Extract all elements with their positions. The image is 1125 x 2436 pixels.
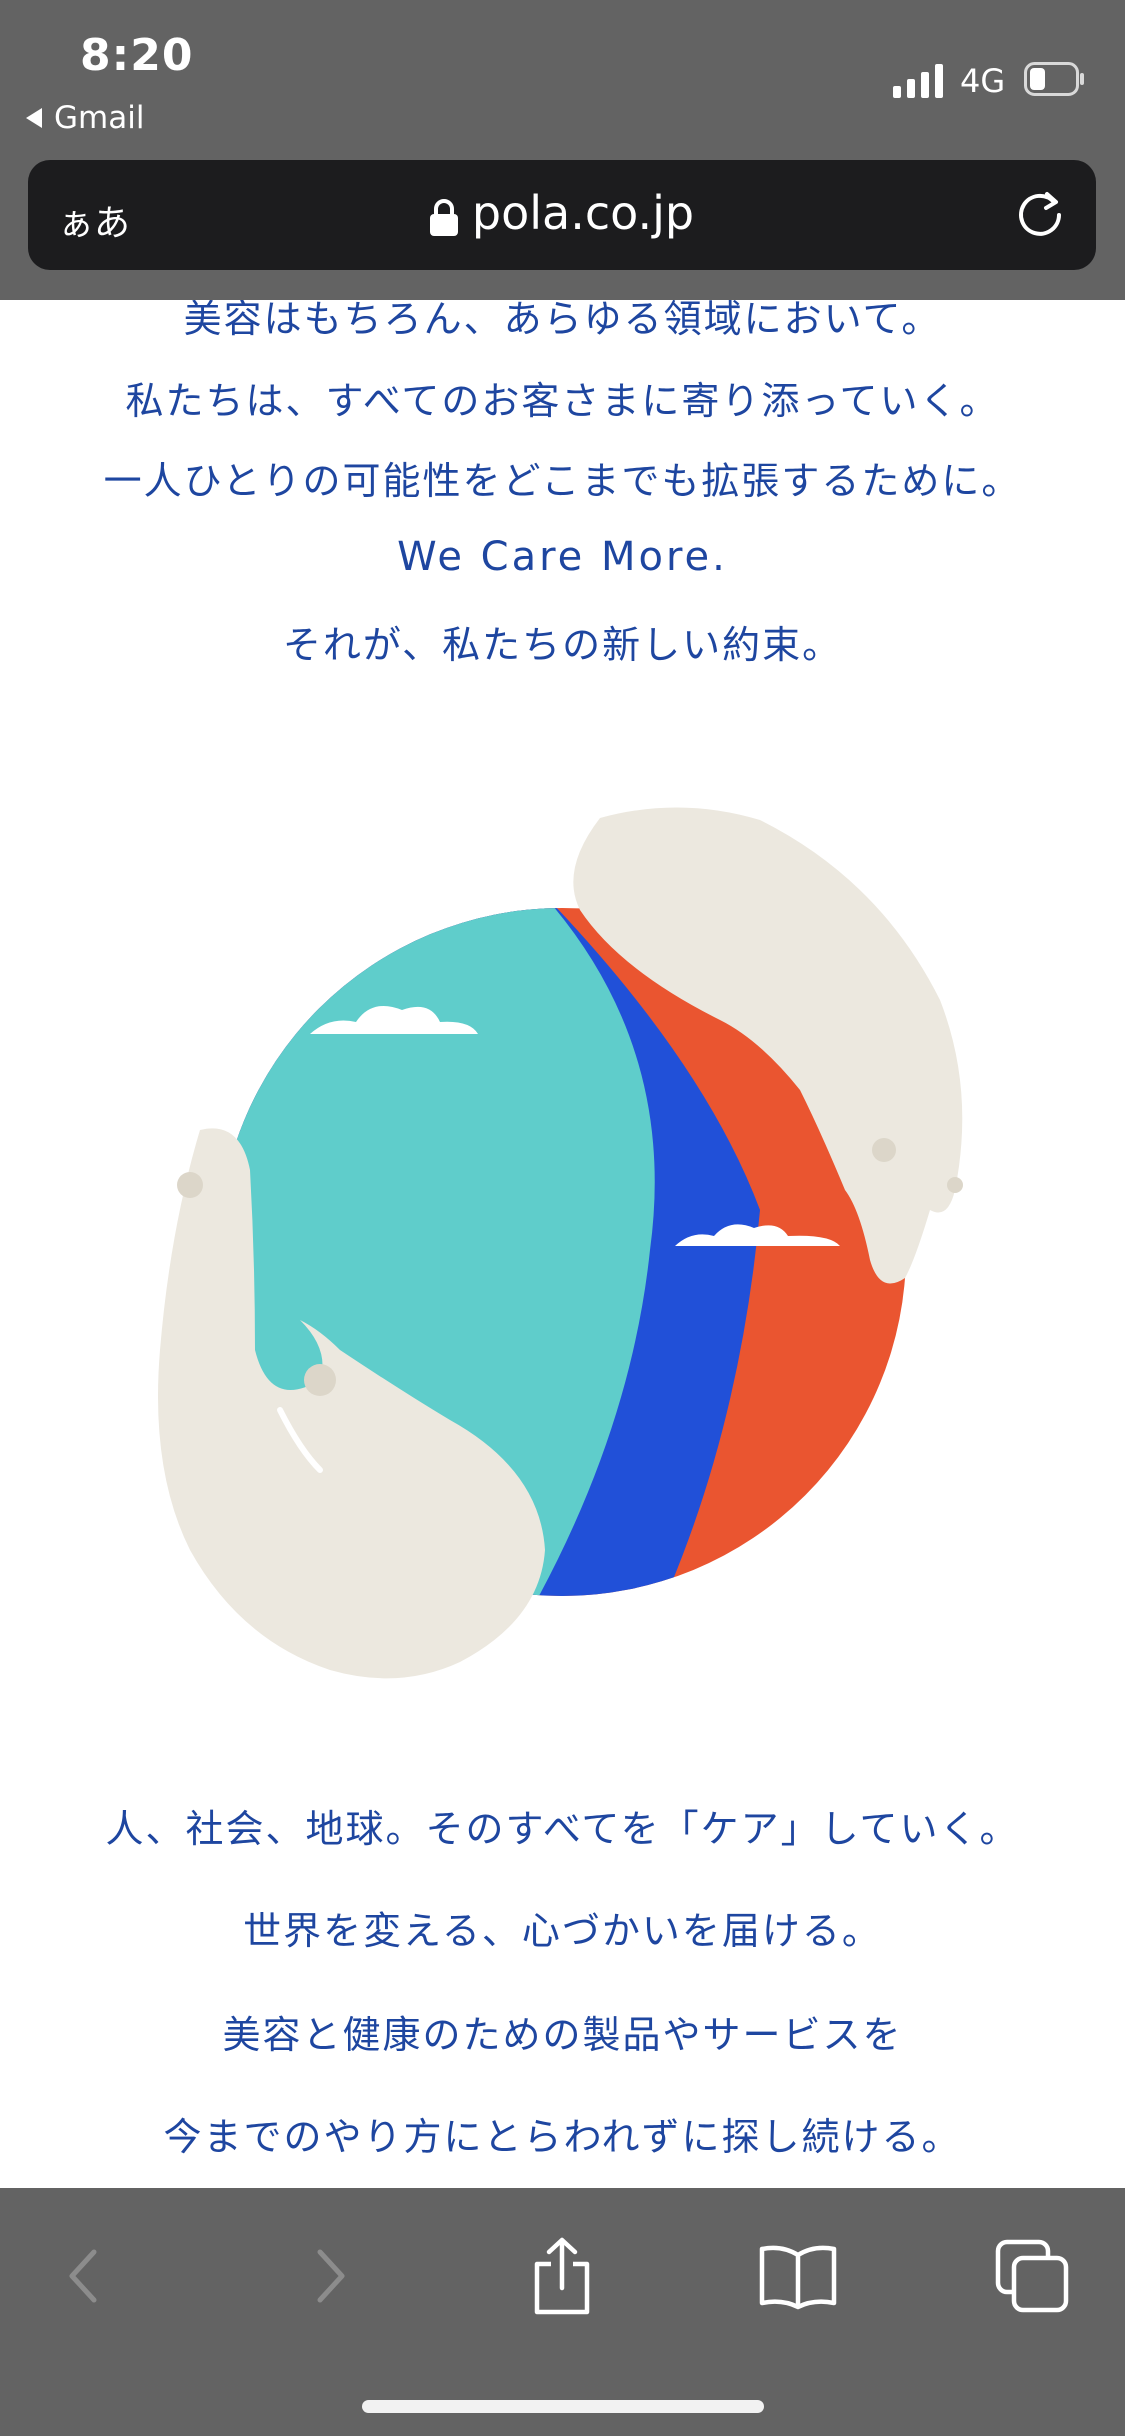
bookmarks-icon <box>759 2245 837 2310</box>
text-line: 美容はもちろん、あらゆる領域において。 <box>183 300 942 341</box>
tagline: We Care More. <box>397 534 728 580</box>
text-line: 人、社会、地球。そのすべてを「ケア」していく。 <box>105 1807 1020 1851</box>
status-time: 8:20 <box>80 30 194 81</box>
text-line: 私たちは、すべてのお客さまに寄り添っていく。 <box>125 379 1000 423</box>
back-to-app-link[interactable]: Gmail <box>26 100 144 136</box>
back-arrow-icon <box>69 2249 97 2303</box>
back-app-label: Gmail <box>54 100 145 136</box>
tabs-icon <box>995 2239 1069 2313</box>
tabs-button[interactable] <box>992 2236 1072 2316</box>
page-content: 美容はもちろん、あらゆる領域において。 私たちは、すべてのお客さまに寄り添ってい… <box>0 300 1125 2188</box>
home-indicator <box>362 2400 764 2413</box>
text-line: それが、私たちの新しい約束。 <box>282 623 843 667</box>
lock-icon <box>429 198 458 236</box>
bookmarks-button[interactable] <box>758 2236 838 2316</box>
network-type: 4G <box>960 62 1006 100</box>
browser-top-chrome: 8:20 Gmail 4G ぁあ pola.co.jp <box>0 0 1125 300</box>
share-button[interactable] <box>522 2236 602 2316</box>
globe-hands-illustration <box>158 807 963 1679</box>
text-line: 世界を変える、心づかいを届ける。 <box>243 1909 882 1953</box>
address-bar[interactable]: ぁあ pola.co.jp <box>28 160 1096 270</box>
back-triangle-icon <box>26 108 42 128</box>
battery-icon <box>1024 62 1084 96</box>
url-text: pola.co.jp <box>471 186 695 240</box>
browser-toolbar <box>0 2188 1125 2436</box>
text-line: 一人ひとりの可能性をどこまでも拡張するために。 <box>103 459 1022 503</box>
back-button[interactable] <box>46 2236 126 2316</box>
url-display[interactable]: pola.co.jp <box>28 186 1096 240</box>
reload-icon[interactable] <box>1014 188 1068 242</box>
text-line: 美容と健康のための製品やサービスを <box>222 2013 903 2057</box>
share-icon <box>534 2237 590 2315</box>
forward-button[interactable] <box>288 2236 368 2316</box>
forward-arrow-icon <box>317 2249 345 2303</box>
cellular-signal-icon <box>893 64 943 98</box>
text-line: 今までのやり方にとらわれずに探し続ける。 <box>163 2115 962 2159</box>
